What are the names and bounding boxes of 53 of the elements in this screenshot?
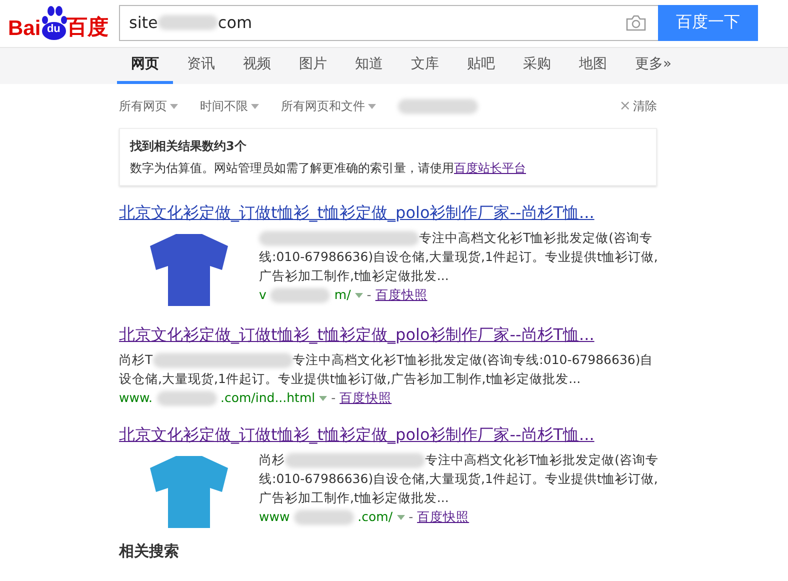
caret-icon[interactable] (354, 292, 363, 298)
separator-text: - (366, 286, 372, 304)
filter-dropdown[interactable]: 所有网页 (119, 98, 178, 114)
search-field[interactable]: site com (119, 4, 658, 40)
result-title-link[interactable]: 北京文化衫定做_订做t恤衫_t恤衫定做_polo衫制作厂家--尚杉T恤... (119, 424, 664, 446)
result-snippet: 专注中高档文化衫T恤衫批发定做(咨询专线:010-67986636)自设仓储,大量现货,1件起订。专业提供t恤衫订做,广告衫加工制作,t恤衫定做批发... (259, 229, 659, 285)
filter-dropdown[interactable]: 所有网页和文件 (281, 98, 376, 114)
logo-text: 百度 (66, 14, 109, 40)
result-url: .com/ (358, 508, 393, 526)
result-url: m/ (334, 286, 351, 304)
search-button[interactable]: 百度一下 (658, 4, 758, 40)
filter-dropdown[interactable]: 时间不限 (200, 98, 259, 114)
result-snippet: 尚杉 专注中高档文化衫T恤衫批发定做(咨询专线:010-67986636)自设仓储,大量现货,1件起订。专业提供t恤衫订做,广告衫加工制作,t恤衫定做批发... (259, 451, 660, 507)
result-url: www (259, 508, 290, 526)
webmaster-link[interactable]: 百度站长平台 (454, 161, 526, 175)
related-search-heading: 相关搜索 (119, 542, 179, 560)
nav-tab[interactable]: 视频 (229, 48, 285, 84)
result-title-link[interactable]: 北京文化衫定做_订做t恤衫_t恤衫定做_polo衫制作厂家--尚杉T恤... (119, 324, 664, 346)
nav-tab[interactable]: 网页 (117, 48, 173, 84)
nav-tab[interactable]: 图片 (285, 48, 341, 84)
nav-tab[interactable]: 文库 (397, 48, 453, 84)
search-text: com (218, 13, 252, 32)
logo-text: Bai (8, 16, 41, 40)
nav-tab[interactable]: 地图 (565, 48, 621, 84)
snapshot-link[interactable]: 百度快照 (375, 285, 428, 305)
nav-tab[interactable]: 贴吧 (453, 48, 509, 84)
camera-icon[interactable] (626, 14, 646, 30)
blurred-text (158, 15, 218, 30)
clear-button[interactable]: ×清除 (619, 98, 657, 114)
snapshot-link[interactable]: 百度快照 (340, 388, 392, 408)
result-title-link[interactable]: 北京文化衫定做_订做t恤衫_t恤衫定做_polo衫制作厂家--尚杉T恤... (119, 202, 664, 224)
caret-icon (170, 104, 178, 108)
notice-text: 数字为估算值。网站管理员如需了解更准确的索引量，请使用百度站长平台 (130, 160, 527, 177)
blurred-text (156, 390, 216, 406)
separator-text: - (408, 508, 414, 526)
blurred-text (270, 288, 330, 302)
caret-icon (368, 104, 376, 108)
result-url: .com/ind...html (220, 389, 316, 407)
result-snippet: 尚杉T 专注中高档文化衫T恤衫批发定做(咨询专线:010-67986636)自设仓储,大量现货,1件起订。专业提供t恤衫订做,广告衫加工制作,t恤衫定做批发... (119, 351, 654, 388)
result-url: v (259, 286, 266, 304)
caret-icon[interactable] (396, 514, 405, 520)
caret-icon[interactable] (319, 396, 328, 400)
snapshot-link[interactable]: 百度快照 (417, 507, 470, 527)
nav-tab[interactable]: 更多» (621, 48, 686, 84)
result-count: 找到相关结果数约3个 (130, 138, 248, 155)
separator-text: - (331, 389, 336, 407)
blurred-text (294, 510, 354, 524)
result-url: www. (119, 389, 152, 407)
nav-tab[interactable]: 资讯 (173, 48, 229, 84)
nav-tab[interactable]: 知道 (341, 48, 397, 84)
search-text: site (129, 13, 158, 32)
caret-icon (251, 104, 259, 108)
nav-tab[interactable]: 采购 (509, 48, 565, 84)
